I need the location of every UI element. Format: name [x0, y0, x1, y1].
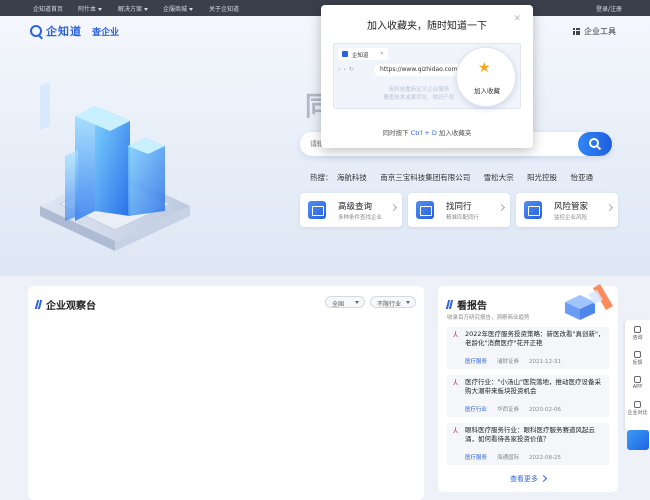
- headset-icon: [634, 326, 641, 333]
- hot-item[interactable]: 阳光控股: [527, 173, 557, 182]
- building-illustration: [40, 82, 190, 251]
- hot-label: 热搜：: [310, 173, 333, 182]
- chevron-down-icon: [144, 8, 149, 11]
- topnav-item-2[interactable]: 阿什本: [78, 4, 103, 13]
- brand-name: 企知道: [46, 25, 82, 38]
- modal-title: 加入收藏夹，随时知道一下: [367, 21, 487, 32]
- hot-item[interactable]: 南京三宝科技集团有限公司: [380, 173, 470, 182]
- pdf-icon: ⅄: [453, 426, 458, 435]
- chat-icon: [634, 351, 641, 358]
- industry-select[interactable]: 不限行业: [370, 296, 416, 308]
- hot-searches: 热搜： 海航科技 南京三宝科技集团有限公司 雪松大宗 阳光控股 怡亚通: [310, 172, 604, 183]
- chevron-right-icon: [605, 203, 614, 212]
- bookmark-modal: 加入收藏夹，随时知道一下 ✕ 企知道 ✕ ‹›↻ https://www.qiz…: [321, 5, 533, 148]
- hot-item[interactable]: 海航科技: [337, 173, 367, 182]
- report-item[interactable]: ⅄ 医疗行业："小汤山"医院落地，推动医疗设备采购大潮带来板块投资机会 医疗行业…: [447, 375, 609, 417]
- feature-advanced-search[interactable]: 高级查询 多种条件查找企业: [300, 193, 402, 227]
- pdf-icon: ⅄: [453, 330, 458, 339]
- chevron-right-icon: [497, 203, 506, 212]
- site-logo[interactable]: 企知道 查企业: [30, 24, 119, 38]
- sidebar-item-compare[interactable]: 企业对比: [625, 401, 650, 416]
- title-accent-icon: [34, 300, 44, 309]
- feature-find-peers[interactable]: 找同行 精准匹配同行: [408, 193, 510, 227]
- chevron-down-icon: [98, 8, 103, 11]
- enterprise-tools-button[interactable]: 企业工具: [573, 26, 616, 37]
- shield-icon: [524, 201, 542, 219]
- compare-icon: [634, 401, 641, 408]
- title-accent-icon: [445, 300, 455, 309]
- chevron-right-icon: [539, 474, 548, 483]
- chevron-down-icon: [355, 301, 359, 304]
- reports-subtitle: 收录百万研究报告，洞察商业趋势: [447, 315, 530, 321]
- report-item[interactable]: ⅄ 2022年医疗服务投资策略：新医改看"真创新"，老龄化"消费医疗"花开正艳 …: [447, 327, 609, 369]
- topnav-solutions[interactable]: 解决方案: [118, 4, 149, 13]
- browser-nav-icons: ‹›↻: [338, 66, 357, 73]
- view-more-link[interactable]: 查看更多: [510, 474, 548, 484]
- observatory-panel: [28, 286, 424, 500]
- cubes-icon: [565, 284, 613, 320]
- floating-sidebar: 咨询 反馈 APP 企业对比: [625, 320, 650, 430]
- hot-item[interactable]: 雪松大宗: [484, 173, 514, 182]
- sidebar-item-feedback[interactable]: 反馈: [625, 351, 650, 366]
- topnav-about[interactable]: 关于企知道: [209, 4, 239, 13]
- sidebar-item-app[interactable]: APP: [625, 376, 650, 390]
- chevron-right-icon: [389, 203, 398, 212]
- search-button[interactable]: [578, 132, 612, 156]
- browser-tab: 企知道 ✕: [338, 48, 388, 60]
- observatory-title: 企业观察台: [34, 297, 96, 312]
- favicon-icon: [342, 51, 348, 57]
- hot-item[interactable]: 怡亚通: [570, 173, 593, 182]
- region-select[interactable]: 全国: [325, 296, 365, 308]
- logo-icon: [30, 25, 42, 37]
- pdf-icon: ⅄: [453, 378, 458, 387]
- sidebar-item-consult[interactable]: 咨询: [625, 326, 650, 341]
- close-icon[interactable]: ✕: [513, 14, 521, 24]
- product-name: 查企业: [92, 27, 120, 38]
- report-item[interactable]: ⅄ 眼科医疗服务行业：眼科医疗服务赛道风起云涌，如何看待各家投资价值？ 医疗服务…: [447, 423, 609, 465]
- close-icon: ✕: [379, 51, 384, 57]
- reports-title: 看报告: [445, 297, 487, 312]
- star-icon: ★: [478, 60, 491, 76]
- feature-risk-manager[interactable]: 风险管家 监控企业风险: [516, 193, 618, 227]
- phone-icon: [634, 376, 641, 383]
- grid-icon: [573, 28, 580, 35]
- promo-badge-icon[interactable]: [627, 430, 649, 450]
- topnav-home[interactable]: 企知道首页: [33, 4, 63, 13]
- topnav-mall[interactable]: 企服商城: [163, 4, 194, 13]
- bookmark-highlight: ★ 加入收藏: [456, 47, 516, 107]
- advanced-search-icon: [308, 201, 326, 219]
- chevron-down-icon: [189, 8, 194, 11]
- login-link[interactable]: 登录/注册: [596, 4, 622, 13]
- shortcut-hint: 同时按下 Ctrl + D 加入收藏夹: [382, 129, 472, 137]
- chevron-down-icon: [406, 301, 410, 304]
- find-peers-icon: [416, 201, 434, 219]
- search-icon: [589, 138, 599, 148]
